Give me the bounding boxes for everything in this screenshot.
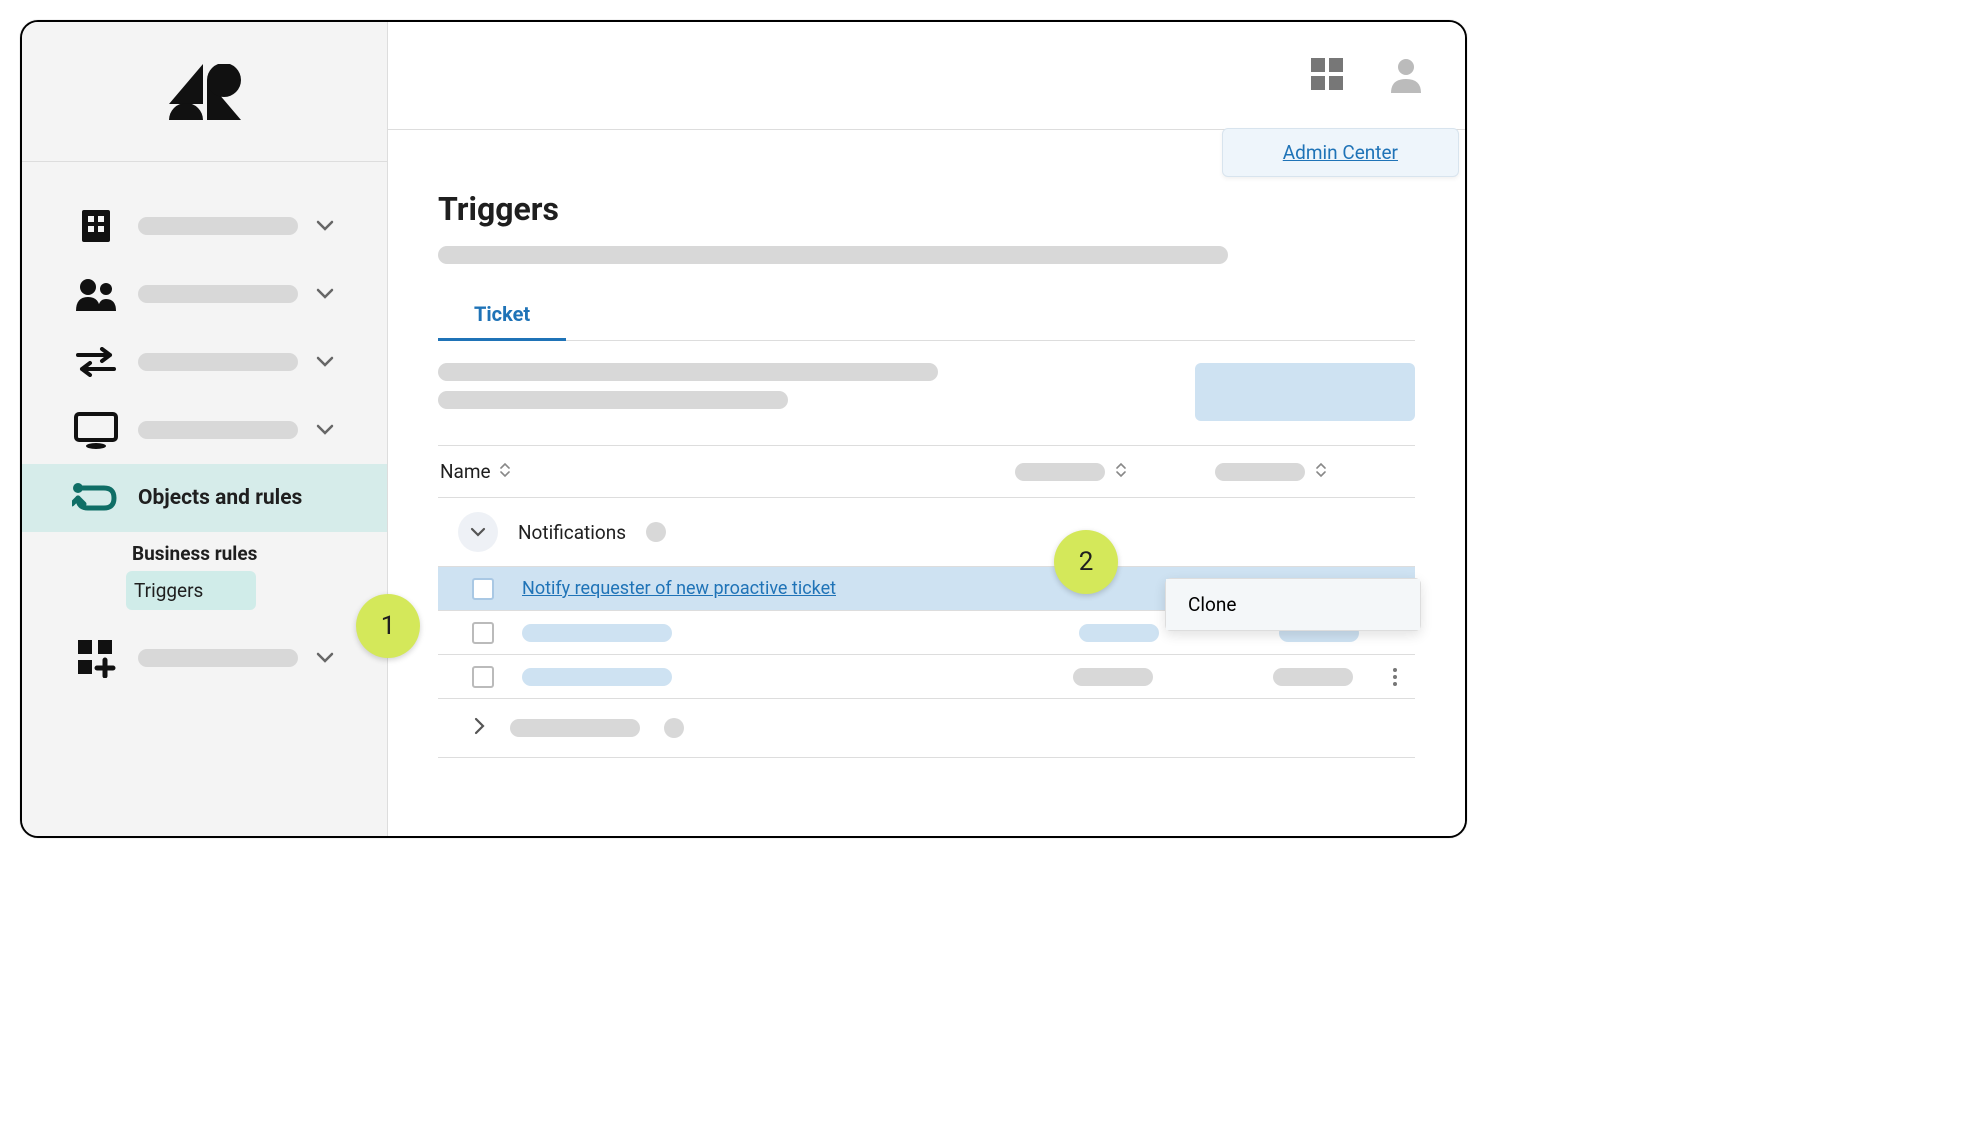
placeholder (438, 391, 788, 409)
context-menu-clone[interactable]: Clone (1166, 579, 1420, 630)
chevron-down-icon (316, 421, 336, 440)
placeholder (1273, 668, 1353, 686)
apps-plus-icon (72, 634, 120, 682)
placeholder (138, 649, 298, 667)
sidebar-item-workflow[interactable] (22, 328, 387, 396)
row-checkbox[interactable] (472, 578, 494, 600)
chevron-down-icon (316, 217, 336, 236)
placeholder (138, 285, 298, 303)
placeholder (438, 246, 1228, 264)
admin-center-tooltip: Admin Center (1222, 128, 1459, 177)
placeholder (1015, 463, 1105, 481)
app-frame: Objects and rules Business rules Trigger… (20, 20, 1467, 838)
chevron-down-icon (316, 649, 336, 668)
sort-icon (1115, 462, 1127, 482)
main-content: Admin Center Triggers Ticket Name (388, 22, 1465, 836)
sidebar-item-people[interactable] (22, 260, 387, 328)
table-row[interactable] (438, 654, 1415, 698)
monitor-icon (72, 406, 120, 454)
sort-icon (1315, 462, 1327, 482)
sidebar-item-objects-and-rules[interactable]: Objects and rules (22, 464, 387, 532)
step-badge-2: 2 (1054, 530, 1118, 594)
arrows-horizontal-icon (72, 338, 120, 386)
zendesk-logo-icon (169, 64, 241, 120)
sidebar-item-company[interactable] (22, 192, 387, 260)
sidebar-sub-heading: Business rules (22, 536, 387, 571)
column-name[interactable]: Name (438, 460, 1015, 483)
placeholder (1215, 463, 1305, 481)
filter-row (438, 341, 1415, 445)
placeholder (138, 421, 298, 439)
user-avatar-icon[interactable] (1387, 55, 1425, 97)
chevron-down-icon (316, 285, 336, 304)
logo-area (22, 22, 387, 162)
table-header: Name (438, 446, 1415, 498)
context-menu: Clone (1165, 578, 1421, 631)
placeholder (438, 363, 938, 381)
building-icon (72, 202, 120, 250)
apps-grid-icon[interactable] (1307, 54, 1347, 98)
placeholder (1073, 668, 1153, 686)
step-badge-1: 1 (356, 594, 420, 658)
route-icon (72, 474, 120, 522)
expand-group-icon[interactable] (474, 717, 486, 739)
add-trigger-button[interactable] (1195, 363, 1415, 421)
placeholder (138, 353, 298, 371)
topbar (388, 22, 1465, 130)
sidebar: Objects and rules Business rules Trigger… (22, 22, 388, 836)
row-checkbox[interactable] (472, 622, 494, 644)
row-checkbox[interactable] (472, 666, 494, 688)
collapse-group-icon[interactable] (458, 512, 498, 552)
placeholder (522, 668, 672, 686)
row-actions-icon[interactable] (1383, 668, 1407, 686)
tab-ticket[interactable]: Ticket (438, 292, 566, 341)
trigger-link[interactable]: Notify requester of new proactive ticket (522, 578, 1073, 599)
sidebar-item-channels[interactable] (22, 396, 387, 464)
nav: Objects and rules Business rules Trigger… (22, 162, 387, 692)
sidebar-sub-triggers[interactable]: Triggers (126, 571, 256, 610)
sidebar-subsection: Business rules Triggers (22, 532, 387, 624)
sidebar-item-apps[interactable] (22, 624, 387, 692)
content-area: Triggers Ticket Name (388, 130, 1465, 758)
page-title: Triggers (438, 190, 1415, 228)
placeholder (664, 718, 684, 738)
sidebar-item-label: Objects and rules (138, 486, 302, 510)
placeholder (646, 522, 666, 542)
placeholder (510, 719, 640, 737)
placeholder (1079, 624, 1159, 642)
column-placeholder[interactable] (1215, 462, 1415, 482)
table-group-collapsed[interactable] (438, 698, 1415, 758)
group-label: Notifications (518, 521, 626, 544)
table-group-row[interactable]: Notifications (438, 498, 1415, 566)
chevron-down-icon (316, 353, 336, 372)
tabs: Ticket (438, 292, 1415, 341)
people-icon (72, 270, 120, 318)
admin-center-link[interactable]: Admin Center (1283, 141, 1398, 164)
placeholder (138, 217, 298, 235)
sort-icon (499, 462, 511, 482)
column-name-label: Name (440, 460, 491, 483)
column-placeholder[interactable] (1015, 462, 1215, 482)
placeholder (522, 624, 672, 642)
